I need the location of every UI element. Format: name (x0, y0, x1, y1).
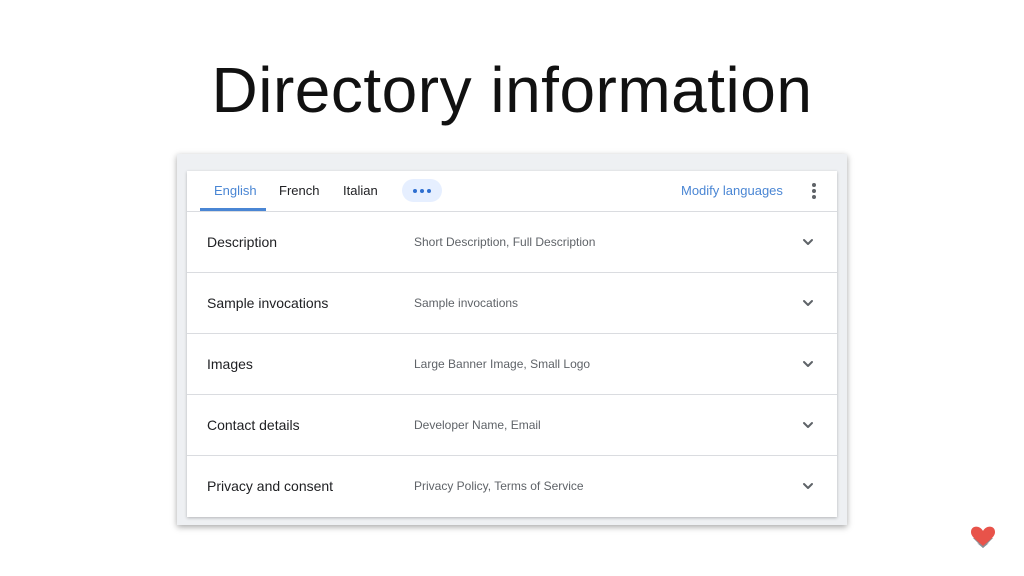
section-summary: Developer Name, Email (414, 418, 541, 432)
section-row-description[interactable]: Description Short Description, Full Desc… (187, 212, 837, 273)
section-row-contact-details[interactable]: Contact details Developer Name, Email (187, 395, 837, 456)
chevron-down-icon[interactable] (801, 235, 815, 249)
chevron-down-icon[interactable] (801, 296, 815, 310)
section-row-images[interactable]: Images Large Banner Image, Small Logo (187, 334, 837, 395)
section-summary: Sample invocations (414, 296, 519, 310)
chevron-down-icon[interactable] (801, 357, 815, 371)
directory-info-panel: English French Italian Modify languages … (187, 171, 837, 517)
chevron-down-icon[interactable] (801, 479, 815, 493)
section-summary: Large Banner Image, Small Logo (414, 357, 591, 371)
section-row-sample-invocations[interactable]: Sample invocations Sample invocations (187, 273, 837, 334)
more-vert-icon[interactable] (807, 183, 821, 199)
more-languages-button[interactable] (402, 179, 442, 202)
section-summary: Privacy Policy, Terms of Service (414, 479, 584, 493)
section-title: Contact details (207, 417, 300, 433)
tab-french[interactable]: French (279, 171, 319, 211)
section-title: Privacy and consent (207, 478, 334, 494)
more-horiz-icon (413, 188, 431, 193)
section-summary: Short Description, Full Description (414, 235, 596, 249)
modify-languages-link[interactable]: Modify languages (681, 171, 783, 211)
section-row-privacy-consent[interactable]: Privacy and consent Privacy Policy, Term… (187, 456, 837, 516)
console-screenshot: English French Italian Modify languages … (177, 154, 847, 525)
heart-logo-icon (969, 524, 997, 550)
slide-title: Directory information (211, 54, 813, 126)
tab-english[interactable]: English (214, 171, 257, 211)
language-tab-bar: English French Italian Modify languages (187, 171, 837, 212)
section-title: Sample invocations (207, 295, 329, 311)
active-tab-indicator (200, 208, 266, 211)
section-title: Images (207, 356, 253, 372)
section-title: Description (207, 234, 278, 250)
tab-italian[interactable]: Italian (343, 171, 378, 211)
chevron-down-icon[interactable] (801, 418, 815, 432)
